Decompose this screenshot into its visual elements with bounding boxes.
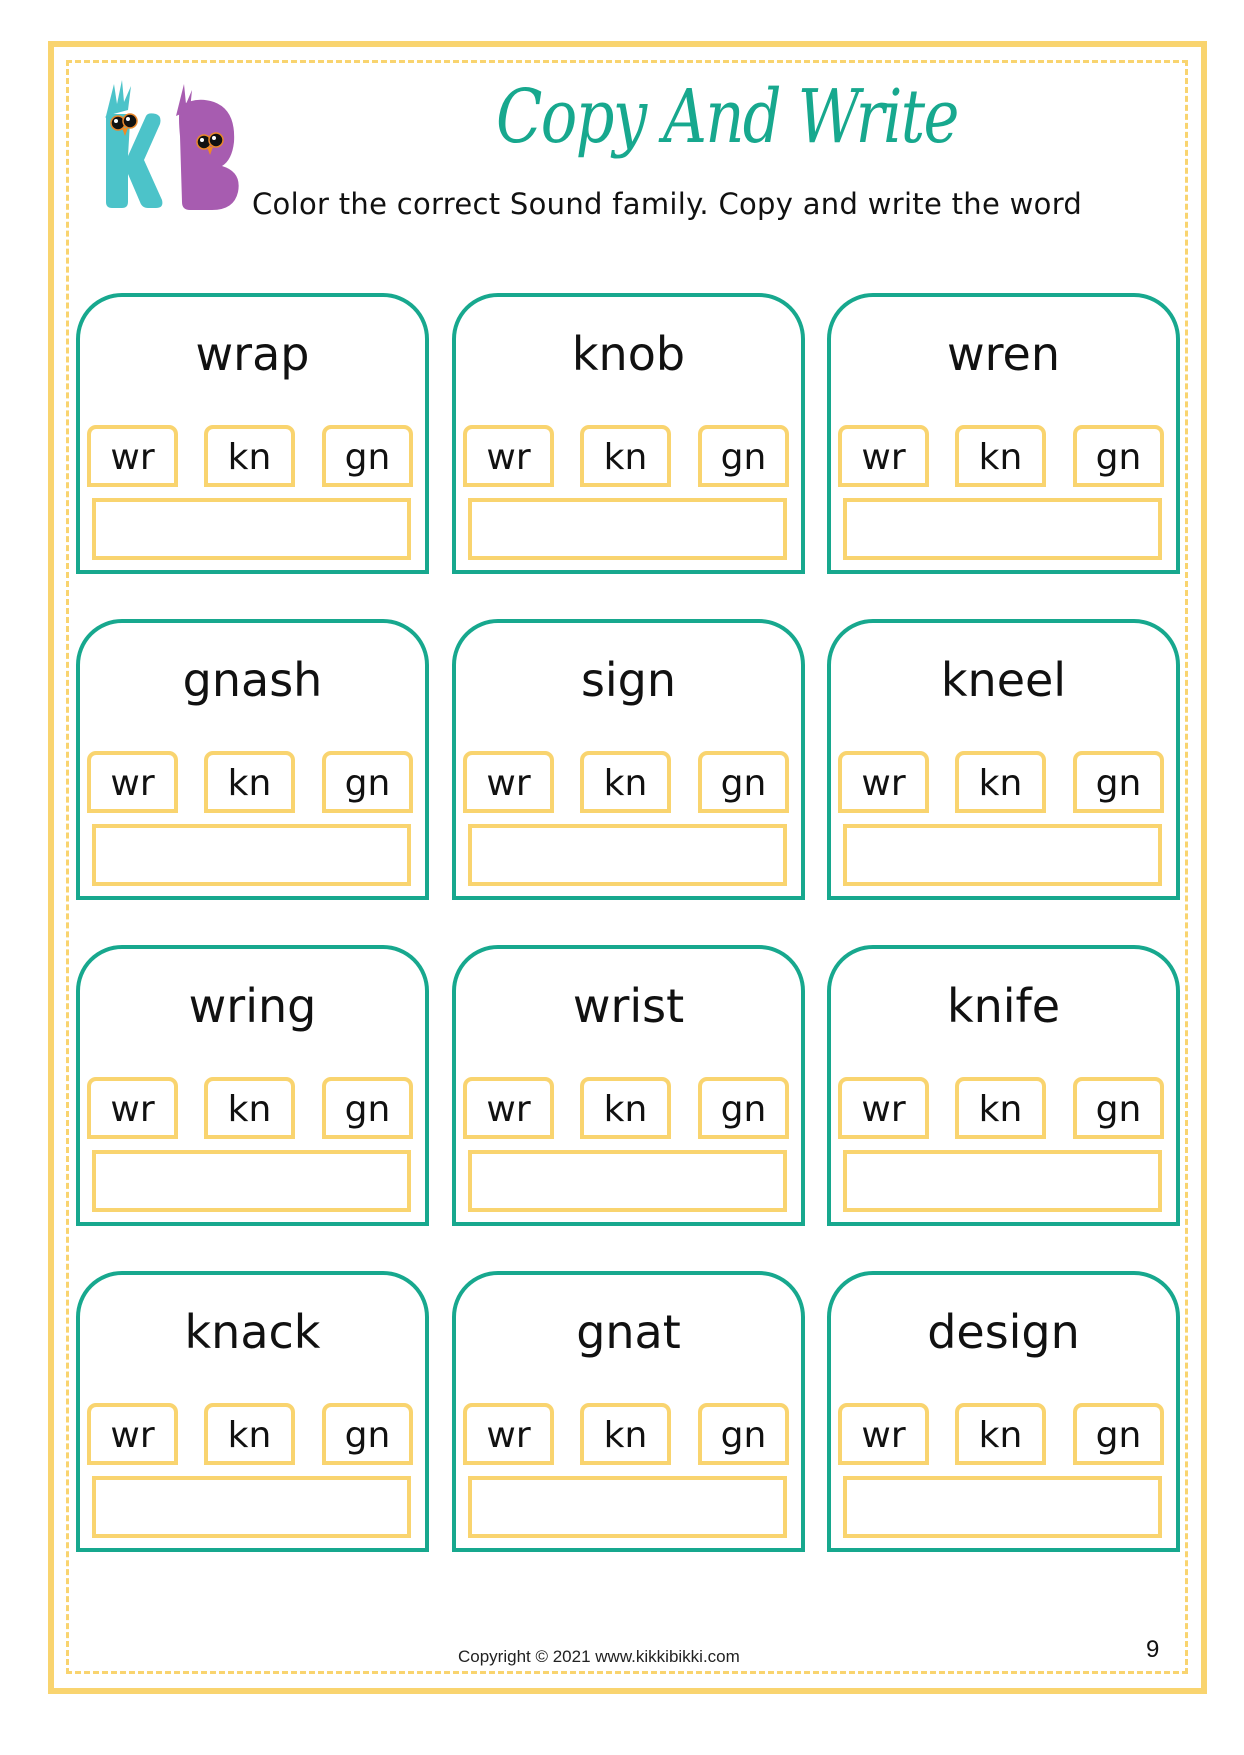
sound-option-kn[interactable]: kn [580, 751, 671, 813]
sound-option-wr[interactable]: wr [87, 1403, 178, 1465]
sound-option-gn[interactable]: gn [322, 751, 413, 813]
sound-option-kn[interactable]: kn [580, 425, 671, 487]
sound-option-wr[interactable]: wr [838, 1403, 929, 1465]
word-card: wrap wr kn gn [76, 293, 429, 574]
word-card: knob wr kn gn [452, 293, 805, 574]
sound-option-wr[interactable]: wr [838, 751, 929, 813]
sound-option-kn[interactable]: kn [955, 425, 1046, 487]
card-word: knife [946, 979, 1061, 1033]
sound-option-gn[interactable]: gn [322, 425, 413, 487]
write-word-field[interactable] [468, 1150, 787, 1212]
logo-letter-k-icon [105, 80, 163, 208]
sound-option-kn[interactable]: kn [204, 751, 295, 813]
write-word-field[interactable] [468, 1476, 787, 1538]
sound-option-gn[interactable]: gn [1073, 1077, 1164, 1139]
card-word: gnash [182, 653, 323, 707]
write-word-field[interactable] [843, 1150, 1162, 1212]
write-word-field[interactable] [468, 824, 787, 886]
sound-option-wr[interactable]: wr [463, 1403, 554, 1465]
word-card: kneel wr kn gn [827, 619, 1180, 900]
sound-option-kn[interactable]: kn [955, 1077, 1046, 1139]
instructions: Color the correct Sound family. Copy and… [252, 187, 1083, 221]
sound-option-kn[interactable]: kn [204, 1077, 295, 1139]
write-word-field[interactable] [92, 498, 411, 560]
sound-option-kn[interactable]: kn [580, 1077, 671, 1139]
sound-option-gn[interactable]: gn [322, 1077, 413, 1139]
sound-option-gn[interactable]: gn [698, 751, 789, 813]
word-card: gnash wr kn gn [76, 619, 429, 900]
card-word: wring [188, 979, 317, 1033]
word-card: sign wr kn gn [452, 619, 805, 900]
sound-option-gn[interactable]: gn [1073, 425, 1164, 487]
sound-option-gn[interactable]: gn [698, 1077, 789, 1139]
write-word-field[interactable] [843, 824, 1162, 886]
sound-option-gn[interactable]: gn [322, 1403, 413, 1465]
write-word-field[interactable] [92, 1476, 411, 1538]
write-word-field[interactable] [92, 1150, 411, 1212]
sound-option-kn[interactable]: kn [955, 1403, 1046, 1465]
sound-option-gn[interactable]: gn [1073, 751, 1164, 813]
sound-option-kn[interactable]: kn [204, 425, 295, 487]
sound-option-wr[interactable]: wr [463, 425, 554, 487]
write-word-field[interactable] [843, 1476, 1162, 1538]
copyright-text: Copyright © 2021 www.kikkibikki.com [458, 1647, 740, 1666]
sound-option-wr[interactable]: wr [87, 1077, 178, 1139]
card-word: knack [184, 1305, 321, 1359]
word-card: design wr kn gn [827, 1271, 1180, 1552]
page-title: Copy And Write [496, 74, 959, 160]
card-word: wren [947, 327, 1060, 381]
word-card: knife wr kn gn [827, 945, 1180, 1226]
sound-option-wr[interactable]: wr [87, 751, 178, 813]
sound-option-gn[interactable]: gn [698, 425, 789, 487]
card-word: wrap [195, 327, 310, 381]
word-card: wren wr kn gn [827, 293, 1180, 574]
card-word: gnat [576, 1305, 681, 1359]
sound-option-kn[interactable]: kn [580, 1403, 671, 1465]
sound-option-wr[interactable]: wr [87, 425, 178, 487]
sound-option-wr[interactable]: wr [463, 1077, 554, 1139]
word-card: gnat wr kn gn [452, 1271, 805, 1552]
write-word-field[interactable] [843, 498, 1162, 560]
write-word-field[interactable] [92, 824, 411, 886]
page-number: 9 [1146, 1636, 1160, 1663]
write-word-field[interactable] [468, 498, 787, 560]
card-word: sign [580, 653, 677, 707]
sound-option-wr[interactable]: wr [838, 425, 929, 487]
word-card: wrist wr kn gn [452, 945, 805, 1226]
card-word: knob [571, 327, 686, 381]
card-word: kneel [940, 653, 1067, 707]
sound-option-gn[interactable]: gn [1073, 1403, 1164, 1465]
sound-option-wr[interactable]: wr [838, 1077, 929, 1139]
card-word: design [927, 1305, 1080, 1359]
word-card: knack wr kn gn [76, 1271, 429, 1552]
kikkibikki-logo [105, 80, 239, 210]
sound-option-kn[interactable]: kn [204, 1403, 295, 1465]
sound-option-kn[interactable]: kn [955, 751, 1046, 813]
sound-option-wr[interactable]: wr [463, 751, 554, 813]
sound-option-gn[interactable]: gn [698, 1403, 789, 1465]
logo-letter-b-icon [176, 84, 239, 210]
card-word: wrist [572, 979, 685, 1033]
word-card: wring wr kn gn [76, 945, 429, 1226]
